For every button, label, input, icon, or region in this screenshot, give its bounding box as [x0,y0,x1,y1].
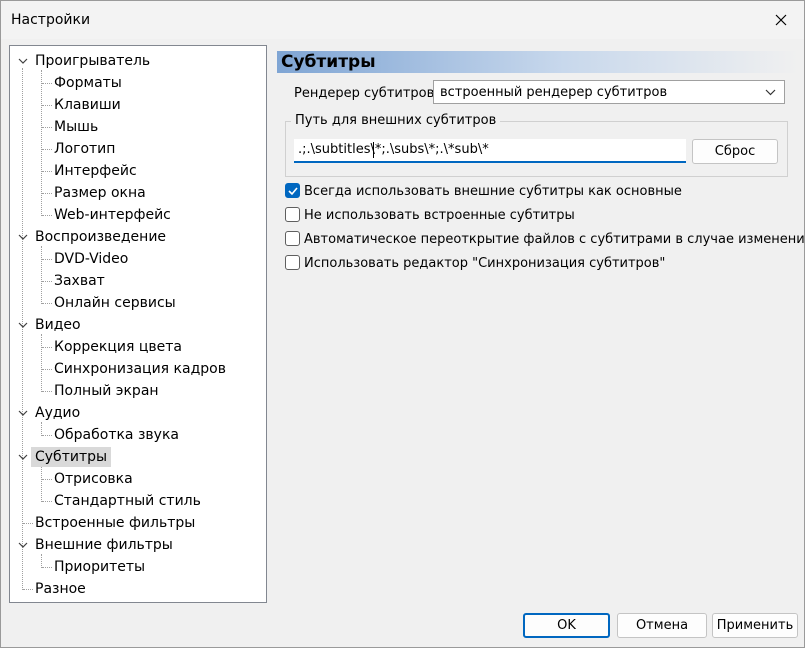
option-label[interactable]: Автоматическое переоткрытие файлов с суб… [304,232,805,247]
tree-item-color-correction[interactable]: Коррекция цвета [52,337,184,357]
checkbox-no-embedded[interactable] [285,207,300,222]
option-label[interactable]: Использовать редактор "Синхронизация суб… [304,256,665,271]
tree-item-priorities[interactable]: Приоритеты [52,557,147,577]
external-path-group-label: Путь для внешних субтитров [291,113,501,128]
tree-item-mouse[interactable]: Мышь [52,117,100,137]
settings-dialog: Настройки Проигрыватель Форматы Клавиши … [0,0,805,648]
panel-title: Субтитры [281,52,376,72]
close-icon [775,14,787,26]
checkmark-icon [288,187,298,196]
tree-item-capture[interactable]: Захват [52,271,107,291]
option-label[interactable]: Не использовать встроенные субтитры [304,208,575,223]
tree-item-rendering[interactable]: Отрисовка [52,469,135,489]
title-bar: Настройки [1,1,804,39]
tree-item-interface[interactable]: Интерфейс [52,161,139,181]
tree-item-fullscreen[interactable]: Полный экран [52,381,161,401]
tree-item-external-filters[interactable]: Внешние фильтры [33,535,175,555]
subtitle-path-input[interactable]: .;.\subtitles\*;.\subs\*;.\*sub\* [294,139,686,163]
renderer-label: Рендерер субтитров: [294,86,439,101]
panel-header: Субтитры [277,51,799,73]
tree-item-audio-processing[interactable]: Обработка звука [52,425,181,445]
cancel-button[interactable]: Отмена [617,613,707,638]
text-caret [373,142,374,158]
window-title: Настройки [11,12,91,28]
tree-item-logo[interactable]: Логотип [52,139,117,159]
chevron-down-icon[interactable] [18,320,28,330]
settings-tree[interactable]: Проигрыватель Форматы Клавиши Мышь Логот… [9,45,267,603]
tree-item-playback[interactable]: Воспроизведение [33,227,168,247]
checkbox-sync-editor[interactable] [285,255,300,270]
chevron-down-icon[interactable] [18,408,28,418]
tree-item-keys[interactable]: Клавиши [52,95,123,115]
tree-item-frame-sync[interactable]: Синхронизация кадров [52,359,228,379]
option-label[interactable]: Всегда использовать внешние субтитры как… [304,184,682,199]
tree-item-web-interface[interactable]: Web-интерфейс [52,205,173,225]
tree-item-dvd-video[interactable]: DVD-Video [52,249,130,269]
tree-item-default-style[interactable]: Стандартный стиль [52,491,203,511]
tree-item-player[interactable]: Проигрыватель [33,51,152,71]
reset-button[interactable]: Сброс [692,139,778,164]
tree-item-formats[interactable]: Форматы [52,73,124,93]
tree-item-audio[interactable]: Аудио [33,403,82,423]
tree-item-online-services[interactable]: Онлайн сервисы [52,293,178,313]
chevron-down-icon[interactable] [18,452,28,462]
renderer-select[interactable]: встроенный рендерер субтитров [433,80,785,104]
tree-item-window-size[interactable]: Размер окна [52,183,148,203]
close-button[interactable] [758,1,804,39]
chevron-down-icon[interactable] [18,540,28,550]
tree-item-subtitles[interactable]: Субтитры [31,447,112,467]
checkbox-always-external[interactable] [285,183,300,198]
tree-item-video[interactable]: Видео [33,315,83,335]
renderer-select-value: встроенный рендерер субтитров [440,85,668,100]
chevron-down-icon[interactable] [18,56,28,66]
tree-item-misc[interactable]: Разное [33,579,88,599]
checkbox-auto-reopen[interactable] [285,231,300,246]
apply-button[interactable]: Применить [712,613,798,638]
tree-item-internal-filters[interactable]: Встроенные фильтры [33,513,197,533]
ok-button[interactable]: OK [523,613,610,638]
chevron-down-icon [765,89,776,96]
chevron-down-icon[interactable] [18,232,28,242]
subtitle-path-value: .;.\subtitles\*;.\subs\*;.\*sub\* [298,142,489,157]
